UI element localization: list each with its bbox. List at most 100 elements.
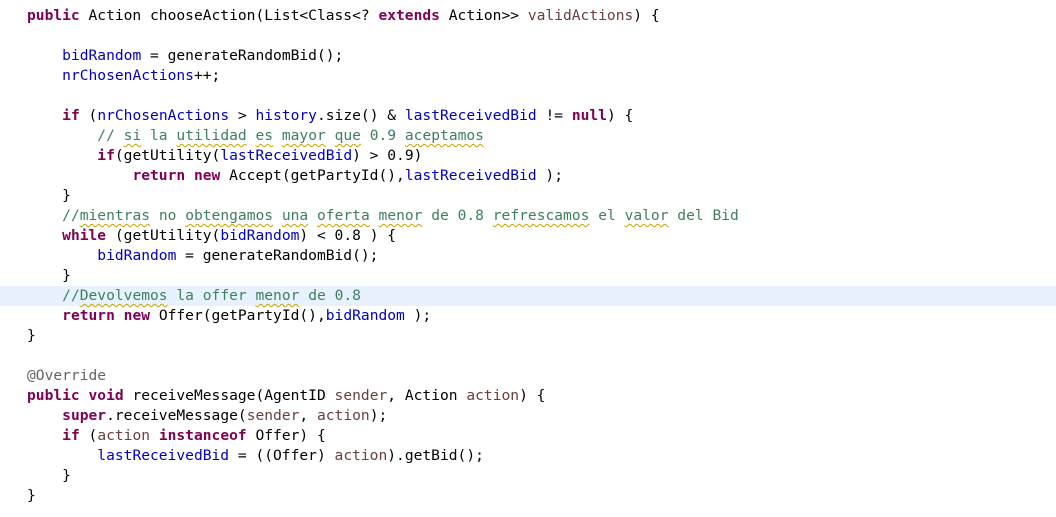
parameter-token: sender [246, 407, 300, 424]
misspelled-comment-word: que [334, 127, 361, 144]
misspelled-comment-word: es [255, 127, 274, 144]
field-token: nrChosenActions [97, 107, 230, 124]
misspelled-comment-word: menor [378, 207, 423, 224]
field-token: bidRandom [325, 307, 405, 324]
code-token: ) { [606, 107, 634, 124]
code-token: , [299, 407, 317, 424]
field-token: nrChosenActions [62, 67, 194, 84]
parameter-token: action [316, 407, 370, 424]
code-line[interactable]: bidRandom = generateRandomBid(); [0, 246, 1056, 266]
keyword-token: if [62, 427, 80, 444]
annotation-token: @Override [27, 367, 107, 384]
code-line[interactable]: } [0, 466, 1056, 486]
code-line[interactable]: while (getUtility(bidRandom) < 0.8 ) { [0, 226, 1056, 246]
comment-token: // [62, 287, 80, 304]
current-code-line[interactable]: //Devolvemos la offer menor de 0.8 [0, 286, 1056, 306]
comment-token: // [97, 127, 124, 144]
code-line[interactable]: //mientras no obtengamos una oferta meno… [0, 206, 1056, 226]
keyword-token: return [62, 307, 115, 324]
parameter-token: action [334, 447, 388, 464]
parameter-token: validActions [527, 7, 634, 24]
misspelled-comment-word: mayor [281, 127, 326, 144]
code-token: ( [79, 107, 98, 124]
keyword-token: if [62, 107, 80, 124]
comment-token: del Bid [668, 207, 739, 224]
code-line[interactable]: lastReceivedBid = ((Offer) action).getBi… [0, 446, 1056, 466]
code-line[interactable]: if(getUtility(lastReceivedBid) > 0.9) [0, 146, 1056, 166]
code-line[interactable]: super.receiveMessage(sender, action); [0, 406, 1056, 426]
keyword-token: public [27, 7, 80, 24]
code-line[interactable]: return new Accept(getPartyId(),lastRecei… [0, 166, 1056, 186]
field-token: history [255, 107, 317, 124]
comment-token [273, 207, 282, 224]
code-editor[interactable]: public Action chooseAction(List<Class<? … [0, 0, 1056, 517]
code-token: .size() & [316, 107, 405, 124]
code-line[interactable]: nrChosenActions++; [0, 66, 1056, 86]
code-line[interactable]: bidRandom = generateRandomBid(); [0, 46, 1056, 66]
code-line[interactable]: } [0, 486, 1056, 506]
code-token: receiveMessage(AgentID [123, 387, 335, 404]
code-token: != [536, 107, 572, 124]
misspelled-comment-word: aceptamos [404, 127, 484, 144]
code-token: ) > 0.9) [352, 147, 423, 164]
comment-token [273, 127, 282, 144]
code-token: Action>> [439, 7, 528, 24]
code-token: } [27, 487, 36, 504]
code-token: } [27, 187, 71, 204]
code-token: ); [369, 407, 388, 424]
comment-token [326, 127, 335, 144]
code-line[interactable]: // si la utilidad es mayor que 0.9 acept… [0, 126, 1056, 146]
code-line[interactable]: } [0, 186, 1056, 206]
misspelled-comment-word: una [281, 207, 309, 224]
comment-token [370, 207, 379, 224]
misspelled-comment-word: menor [255, 287, 300, 304]
code-line[interactable] [0, 346, 1056, 366]
code-token: ); [404, 307, 432, 324]
code-line[interactable]: @Override [0, 366, 1056, 386]
code-line[interactable]: public Action chooseAction(List<Class<? … [0, 6, 1056, 26]
comment-token: de 0.8 [299, 287, 361, 304]
code-line[interactable] [0, 26, 1056, 46]
misspelled-comment-word: refrescamos [492, 207, 590, 224]
code-line[interactable]: public void receiveMessage(AgentID sende… [0, 386, 1056, 406]
code-line[interactable]: return new Offer(getPartyId(),bidRandom … [0, 306, 1056, 326]
code-token: Accept(getPartyId(), [220, 167, 405, 184]
misspelled-comment-word: utilidad [176, 127, 247, 144]
keyword-token: public [27, 387, 80, 404]
comment-token: no [150, 207, 186, 224]
keyword-token: void [88, 387, 124, 404]
comment-token: el [589, 207, 625, 224]
code-token: ++; [193, 67, 221, 84]
code-token: ) < 0.8 ) { [299, 227, 397, 244]
misspelled-comment-word: si [123, 127, 142, 144]
code-token: Offer(getPartyId(), [150, 307, 326, 324]
keyword-token: extends [378, 7, 440, 24]
code-token: ).getBid(); [387, 447, 484, 464]
field-token: lastReceivedBid [404, 167, 537, 184]
code-line[interactable]: if (nrChosenActions > history.size() & l… [0, 106, 1056, 126]
keyword-token: return [132, 167, 186, 184]
code-token: .receiveMessage( [106, 407, 247, 424]
code-token: ); [536, 167, 563, 184]
comment-token: de 0.8 [422, 207, 493, 224]
field-token: bidRandom [97, 247, 177, 264]
code-line[interactable] [0, 86, 1056, 106]
comment-token [308, 207, 317, 224]
field-token: lastReceivedBid [220, 147, 353, 164]
code-line[interactable]: } [0, 326, 1056, 346]
code-line[interactable]: if (action instanceof Offer) { [0, 426, 1056, 446]
misspelled-comment-word: valor [624, 207, 669, 224]
code-line[interactable]: } [0, 266, 1056, 286]
keyword-token: while [62, 227, 107, 244]
